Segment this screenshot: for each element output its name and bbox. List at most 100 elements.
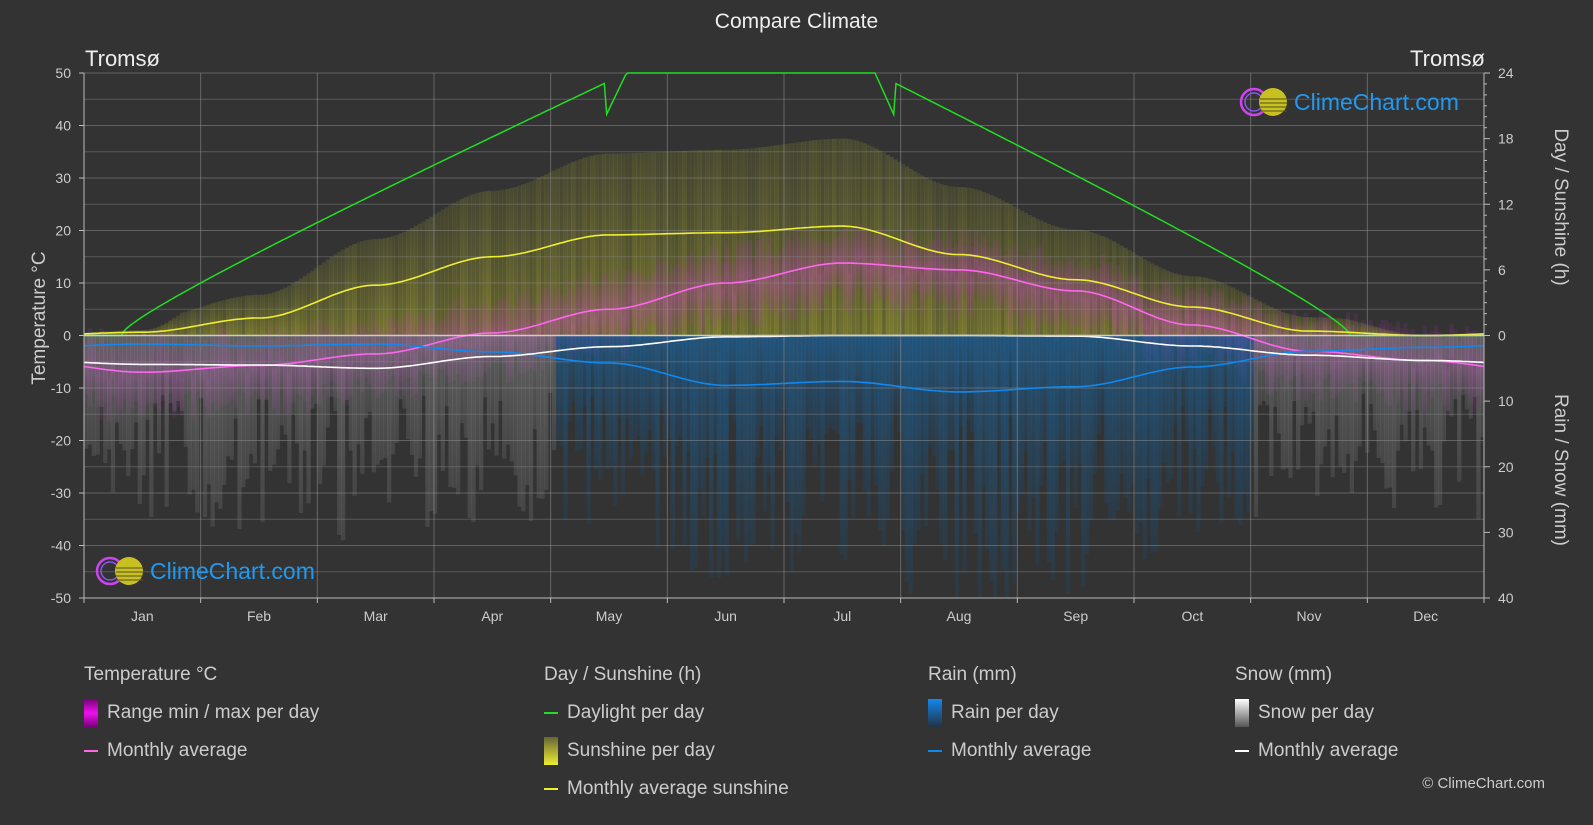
precip-day-bar bbox=[1215, 335, 1220, 484]
precip-day-bar bbox=[1192, 335, 1197, 449]
temp-range-bar bbox=[617, 282, 622, 344]
climechart-logo-bottom[interactable]: ClimeChart.com bbox=[94, 555, 315, 587]
climechart-logo-icon bbox=[95, 556, 143, 586]
legend-item: Monthly average bbox=[928, 732, 1091, 770]
temp-range-bar bbox=[816, 241, 821, 315]
temp-range-bar bbox=[866, 226, 871, 315]
climechart-logo-top[interactable]: ClimeChart.com bbox=[1238, 86, 1459, 118]
left-axis-tick-label: 50 bbox=[55, 65, 71, 81]
precip-day-bar bbox=[943, 335, 948, 560]
precip-day-bar bbox=[348, 335, 353, 451]
precip-day-bar bbox=[870, 335, 875, 439]
precip-day-bar bbox=[981, 335, 986, 487]
precip-day-bar bbox=[1326, 335, 1331, 430]
temp-range-bar bbox=[1008, 249, 1013, 329]
temp-range-bar bbox=[1111, 274, 1117, 340]
temp-range-bar bbox=[655, 257, 660, 336]
temp-range-bar bbox=[728, 258, 733, 320]
precip-day-bar bbox=[1338, 335, 1343, 467]
precip-day-bar bbox=[931, 335, 936, 456]
temp-range-bar bbox=[900, 239, 906, 319]
sunshine-day-bar bbox=[245, 295, 250, 336]
precip-day-bar bbox=[831, 335, 837, 430]
x-axis-month-label: Feb bbox=[247, 608, 271, 624]
precip-day-bar bbox=[498, 335, 503, 401]
precip-day-bar bbox=[854, 335, 860, 423]
temp-range-bar bbox=[720, 261, 725, 323]
temp-range-bar bbox=[628, 269, 633, 329]
precip-day-bar bbox=[927, 335, 933, 448]
temp-range-bar bbox=[755, 239, 760, 324]
legend-item: Monthly average sunshine bbox=[544, 770, 789, 808]
precip-day-bar bbox=[494, 335, 499, 456]
sunshine-day-bar bbox=[398, 233, 403, 336]
sunshine-day-bar bbox=[364, 240, 369, 336]
precip-day-bar bbox=[916, 335, 921, 530]
precip-day-bar bbox=[874, 335, 879, 487]
precip-day-bar bbox=[99, 335, 104, 408]
precip-day-bar bbox=[114, 335, 119, 423]
precip-day-bar bbox=[1039, 335, 1044, 487]
precip-day-bar bbox=[985, 335, 990, 550]
precip-day-bar bbox=[1077, 335, 1082, 465]
precip-day-bar bbox=[1031, 335, 1036, 498]
precip-day-bar bbox=[1012, 335, 1017, 585]
legend-item: Snow per day bbox=[1235, 694, 1398, 732]
precip-day-bar bbox=[1261, 335, 1266, 401]
sunshine-day-bar bbox=[176, 315, 181, 336]
sunshine-day-bar bbox=[210, 303, 215, 336]
precip-day-bar bbox=[1476, 335, 1481, 520]
precip-day-bar bbox=[843, 335, 848, 561]
x-axis-month-label: Apr bbox=[481, 608, 503, 624]
precip-day-bar bbox=[375, 335, 380, 465]
sunshine-day-bar bbox=[367, 239, 373, 336]
precip-day-bar bbox=[824, 335, 829, 434]
temp-range-bar bbox=[981, 235, 986, 303]
precip-day-bar bbox=[835, 335, 841, 435]
precip-day-bar bbox=[229, 335, 234, 460]
precip-day-bar bbox=[858, 335, 864, 424]
precip-day-bar bbox=[647, 335, 653, 431]
temp-range-bar bbox=[751, 255, 756, 326]
temp-range-bar bbox=[1073, 267, 1078, 326]
temp-range-bar bbox=[705, 256, 710, 307]
x-axis-month-label: May bbox=[596, 608, 622, 624]
sunshine-day-bar bbox=[360, 241, 365, 336]
sunshine-day-bar bbox=[271, 292, 277, 336]
precip-day-bar bbox=[651, 335, 656, 471]
precip-day-bar bbox=[1046, 335, 1051, 563]
legend-title: Snow (mm) bbox=[1235, 664, 1333, 685]
precip-day-bar bbox=[743, 335, 748, 563]
temp-range-bar bbox=[1104, 263, 1109, 319]
precip-day-bar bbox=[613, 335, 618, 506]
precip-day-bar bbox=[256, 335, 261, 400]
temp-range-bar bbox=[943, 246, 948, 302]
precip-day-bar bbox=[337, 335, 342, 536]
temp-range-bar bbox=[958, 229, 963, 313]
temp-range-bar bbox=[1058, 260, 1063, 315]
legend-title: Day / Sunshine (h) bbox=[544, 664, 702, 685]
precip-day-bar bbox=[118, 335, 123, 445]
precip-day-bar bbox=[1196, 335, 1201, 533]
temp-range-bar bbox=[785, 234, 791, 319]
precip-day-bar bbox=[1058, 335, 1063, 465]
precip-day-bar bbox=[540, 335, 545, 499]
precip-day-bar bbox=[793, 335, 798, 534]
rain-swatch bbox=[928, 699, 942, 727]
sunshine-day-bar bbox=[294, 280, 300, 336]
precip-day-bar bbox=[410, 335, 415, 455]
temp-range-bar bbox=[597, 285, 603, 341]
precip-day-bar bbox=[755, 335, 760, 457]
precip-day-bar bbox=[137, 335, 142, 504]
precip-day-bar bbox=[889, 335, 894, 473]
sunshine-day-bar bbox=[164, 322, 169, 336]
precip-day-bar bbox=[1123, 335, 1128, 498]
temp-range-bar bbox=[605, 271, 610, 344]
temp-range-bar bbox=[805, 230, 810, 313]
sunshine-day-bar bbox=[202, 305, 208, 336]
precip-day-bar bbox=[1280, 335, 1285, 470]
precip-day-bar bbox=[1426, 335, 1431, 446]
precip-day-bar bbox=[563, 335, 568, 520]
precip-day-bar bbox=[617, 335, 622, 418]
precip-day-bar bbox=[693, 335, 699, 568]
